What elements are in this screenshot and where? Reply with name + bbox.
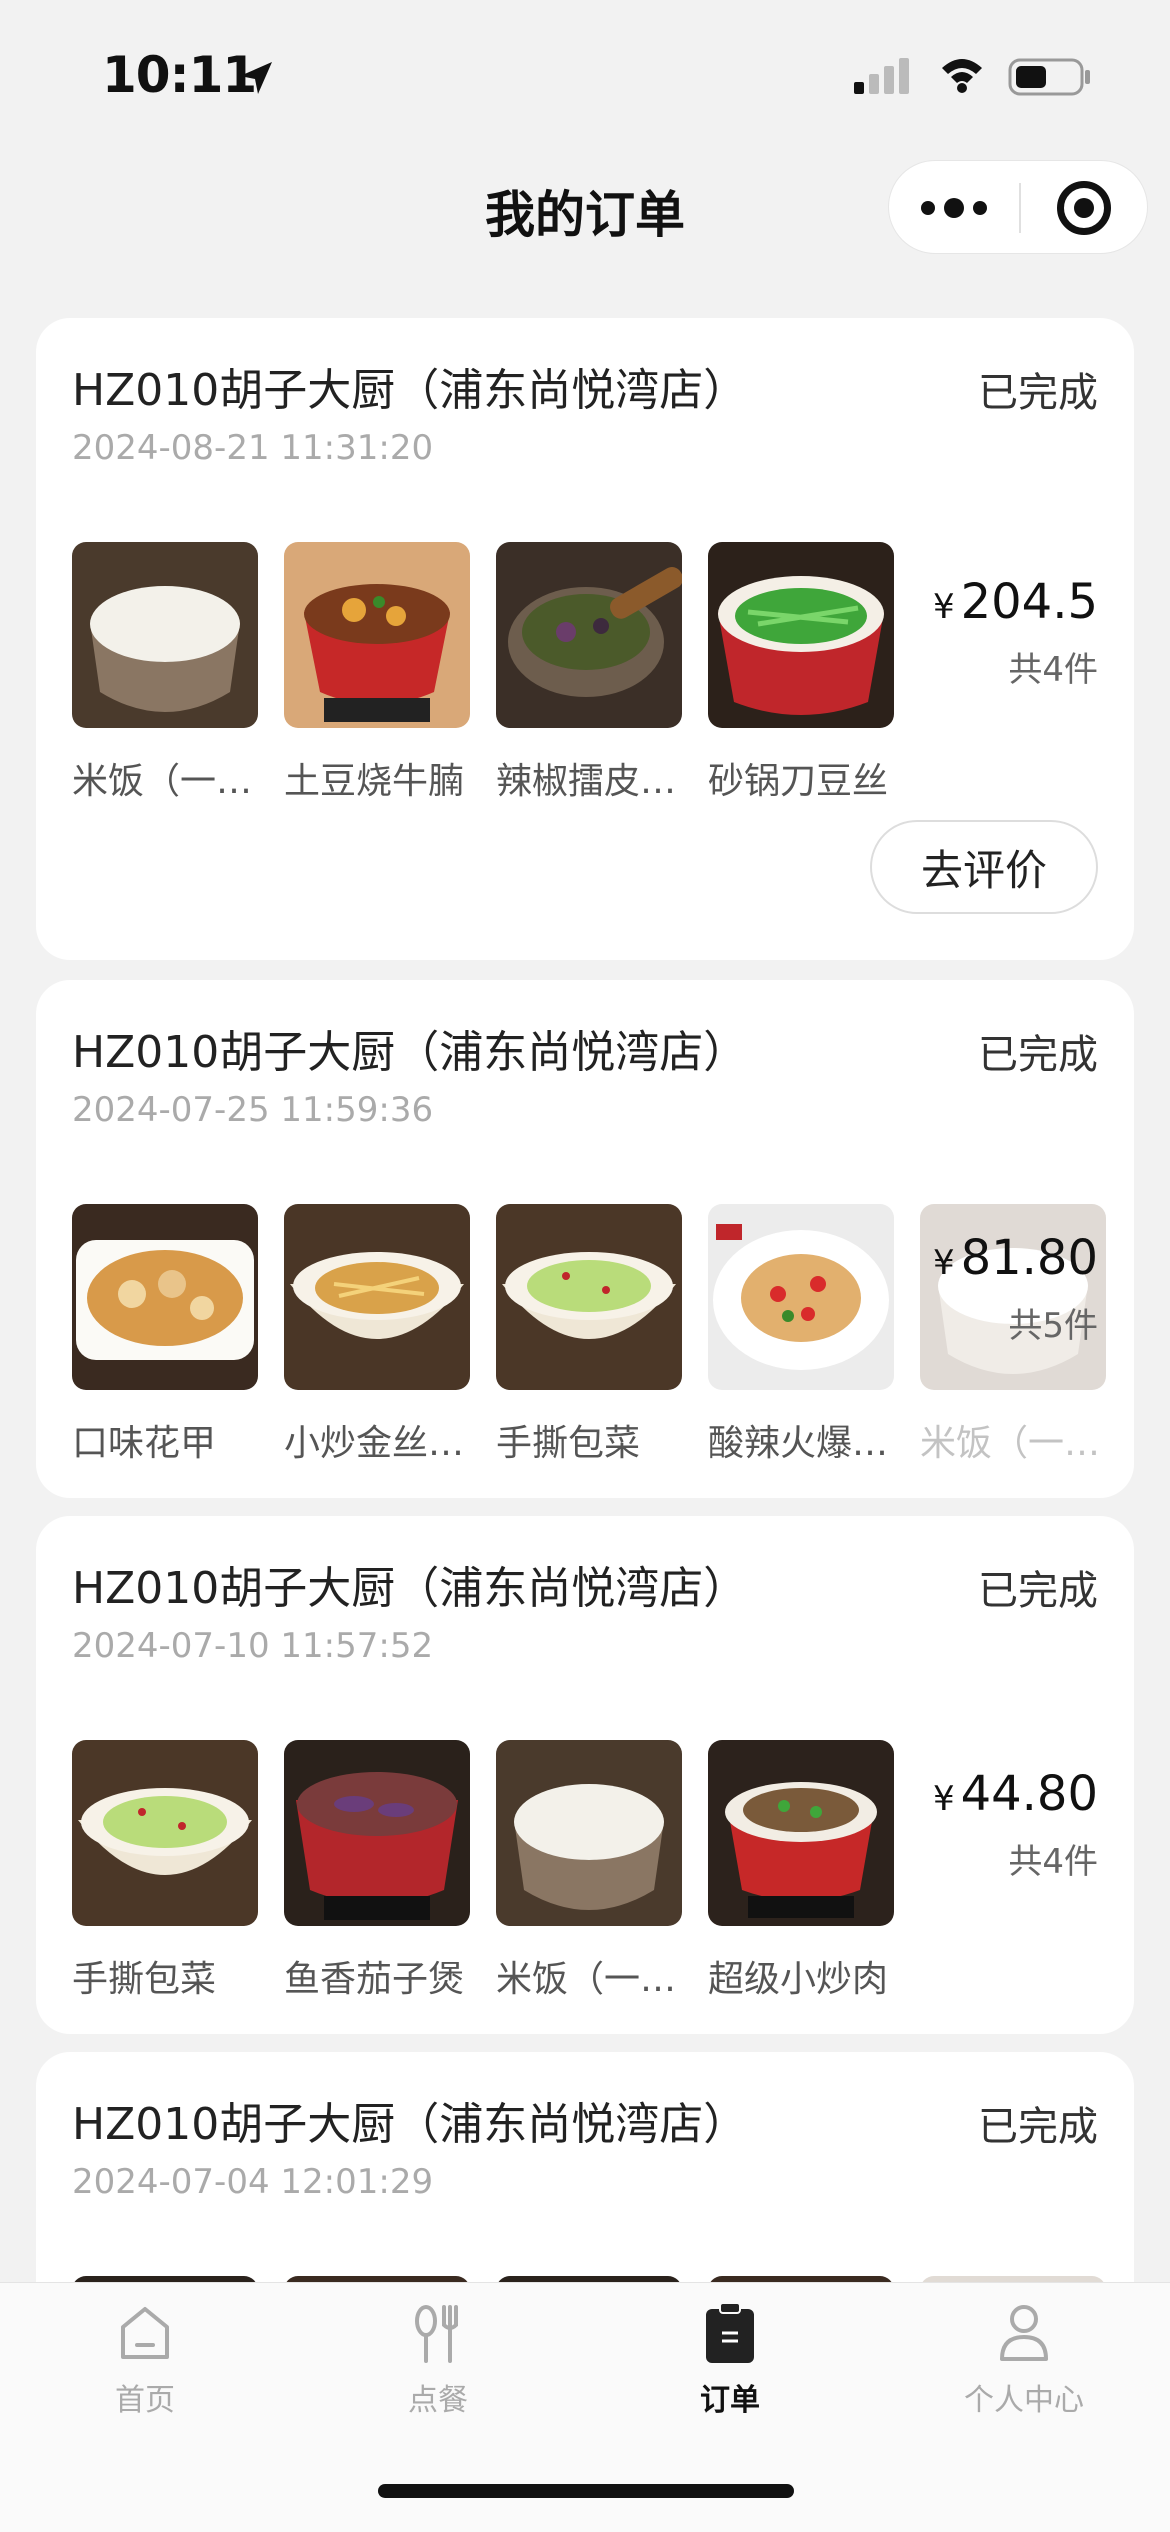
item-count: 共4件 [1008, 650, 1098, 690]
order-card[interactable]: HZ010胡子大厨（浦东尚悦湾店） 已完成 2024-08-21 11:31:2… [36, 318, 1134, 960]
tab-label: 首页 [115, 2383, 175, 2418]
store-name: HZ010胡子大厨（浦东尚悦湾店） [72, 1563, 748, 1614]
home-indicator[interactable] [378, 2484, 794, 2498]
currency-symbol: ¥ [932, 587, 955, 627]
dish-name: 土豆烧牛腩 [284, 761, 465, 802]
dish-name: 手撕包菜 [72, 1959, 217, 2000]
dish-item: 手撕包菜 [72, 1740, 258, 2002]
currency-symbol: ¥ [932, 1243, 955, 1283]
dish-item: 手撕包菜 [496, 1204, 682, 1466]
wifi-icon [942, 59, 982, 93]
order-total: ¥81.80 共5件 [933, 1230, 1098, 1347]
tab-label: 个人中心 [964, 2383, 1084, 2418]
store-name: HZ010胡子大厨（浦东尚悦湾店） [72, 1027, 748, 1078]
dish-photo-rice [496, 1740, 682, 1926]
tab-profile[interactable]: 个人中心 [924, 2301, 1124, 2419]
status-time: 10:11 [102, 46, 257, 104]
tab-orders[interactable]: 订单 [630, 2301, 830, 2419]
order-card[interactable]: HZ010胡子大厨（浦东尚悦湾店） 已完成 2024-07-25 11:59:3… [36, 980, 1134, 1498]
more-dot-icon [944, 198, 964, 218]
dish-item: 土豆烧牛腩 [284, 542, 470, 804]
tab-label: 点餐 [408, 2383, 468, 2418]
store-name: HZ010胡子大厨（浦东尚悦湾店） [72, 365, 748, 416]
more-dot-icon [921, 201, 935, 215]
tab-label: 订单 [700, 2383, 760, 2418]
battery-icon [1008, 58, 1090, 96]
dish-name: 小炒金丝… [284, 1423, 465, 1464]
order-datetime: 2024-07-10 11:57:52 [72, 1626, 434, 1666]
dish-name: 米饭（一… [72, 761, 253, 802]
dish-photo-pepper-eggplant [496, 542, 683, 728]
dish-photo-eggplant-pot [284, 1740, 470, 1926]
status-bar: 10:11 [0, 0, 1170, 150]
dish-name: 超级小炒肉 [708, 1959, 889, 2000]
dish-item: 米饭（一… [496, 1740, 682, 2002]
store-name: HZ010胡子大厨（浦东尚悦湾店） [72, 2099, 748, 2150]
capsule-divider [1019, 183, 1021, 233]
dish-photo-green-beans [708, 542, 894, 728]
order-status: 已完成 [978, 1568, 1098, 1614]
order-status: 已完成 [978, 2104, 1098, 2150]
dish-photo-rice [72, 542, 258, 728]
dish-photo-cabbage [496, 1204, 682, 1390]
dish-item: 鱼香茄子煲 [284, 1740, 470, 2002]
dish-photo-cabbage [72, 1740, 258, 1926]
order-status: 已完成 [978, 370, 1098, 416]
dish-name: 口味花甲 [72, 1423, 217, 1464]
order-status: 已完成 [978, 1032, 1098, 1078]
total-price: 44.80 [960, 1766, 1098, 1822]
dish-item: 超级小炒肉 [708, 1740, 894, 2002]
total-price: 204.5 [960, 574, 1098, 630]
order-total: ¥204.5 共4件 [933, 574, 1098, 691]
dish-name: 米饭（一… [920, 1423, 1101, 1464]
dish-photo-spicy-chicken [708, 1204, 894, 1390]
total-price: 81.80 [960, 1230, 1098, 1286]
close-mini-program-button[interactable] [1057, 181, 1111, 235]
location-arrow-icon [240, 62, 272, 94]
dish-item: 口味花甲 [72, 1204, 258, 1466]
order-datetime: 2024-07-04 12:01:29 [72, 2162, 434, 2202]
mini-program-capsule [888, 160, 1148, 254]
order-card[interactable]: HZ010胡子大厨（浦东尚悦湾店） 已完成 2024-07-10 11:57:5… [36, 1516, 1134, 2034]
dish-name: 辣椒擂皮… [496, 761, 677, 802]
dish-photo-enoki [284, 1204, 470, 1390]
dish-item: 砂锅刀豆丝 [708, 542, 894, 804]
user-icon [1000, 2305, 1048, 2361]
dish-name: 砂锅刀豆丝 [708, 761, 889, 802]
utensils-icon [415, 2305, 458, 2363]
dish-item: 小炒金丝… [284, 1204, 470, 1466]
dish-item: 酸辣火爆… [708, 1204, 894, 1466]
more-dot-icon [973, 201, 987, 215]
dish-photo-beef-potato [284, 542, 470, 728]
dish-item: 辣椒擂皮… [496, 542, 683, 804]
clipboard-icon [706, 2302, 754, 2363]
dish-name: 鱼香茄子煲 [284, 1959, 465, 2000]
more-button[interactable] [889, 161, 1019, 255]
item-count: 共5件 [1008, 1306, 1098, 1346]
order-total: ¥44.80 共4件 [933, 1766, 1098, 1883]
review-button[interactable]: 去评价 [870, 820, 1098, 914]
dish-name: 酸辣火爆… [708, 1423, 889, 1464]
home-icon [121, 2307, 169, 2359]
dish-name: 手撕包菜 [496, 1423, 641, 1464]
dish-item: 米饭（一… [72, 542, 258, 804]
dish-photo-stir-fried-pork [708, 1740, 894, 1926]
currency-symbol: ¥ [932, 1779, 955, 1819]
order-datetime: 2024-07-25 11:59:36 [72, 1090, 434, 1130]
dish-name: 米饭（一… [496, 1959, 677, 2000]
dish-photo-clams [72, 1204, 258, 1390]
order-datetime: 2024-08-21 11:31:20 [72, 428, 434, 468]
item-count: 共4件 [1008, 1842, 1098, 1882]
signal-icon [854, 58, 909, 94]
tab-home[interactable]: 首页 [45, 2301, 245, 2419]
tab-order-food[interactable]: 点餐 [338, 2301, 538, 2419]
